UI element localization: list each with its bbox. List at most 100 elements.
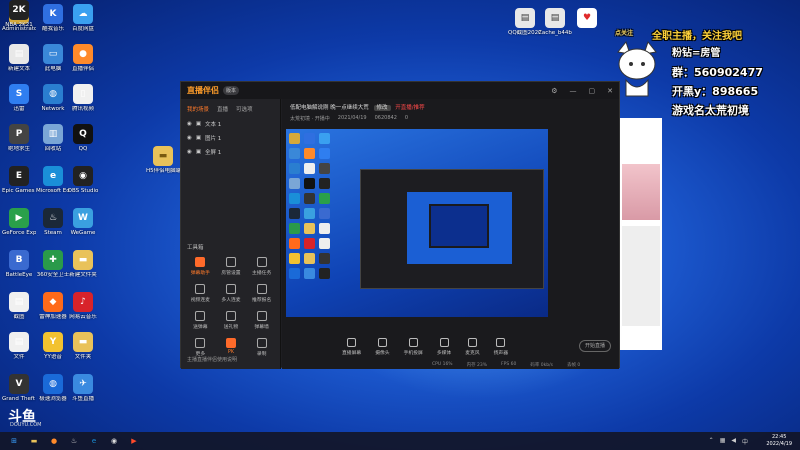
taskbar: ⊞ ▬ ● ♨ e ◉ ▶ ⌃ ▦ ◀ 中 22:45 2022/4/19 (0, 432, 800, 450)
desktop-icon[interactable]: ▤ 截图 (2, 292, 36, 321)
edge-icon[interactable]: e (88, 435, 100, 447)
edit-button[interactable]: 修改 (373, 105, 391, 111)
desktop-icon[interactable]: ♨ Steam (36, 208, 70, 237)
source-item[interactable]: ◉ ▣ 文本 1 (181, 117, 280, 131)
tool-button[interactable]: 房管设置 (216, 257, 247, 276)
desktop-icon[interactable]: ▯ 腾讯视频 (66, 84, 100, 113)
tool-button[interactable]: 弹幕助手 (185, 257, 216, 276)
tool-icon (225, 338, 236, 348)
network-icon[interactable]: ▦ (720, 437, 726, 446)
app-icon[interactable]: ● (48, 435, 60, 447)
desktop-icon[interactable]: ▬ 新建文件夹 (66, 250, 100, 279)
desktop-icon[interactable]: W WeGame (66, 208, 100, 237)
tool-button[interactable]: 录制 (246, 338, 277, 357)
stream-preview[interactable] (286, 129, 548, 317)
windows-icon[interactable]: ⊞ (8, 435, 20, 447)
eye-icon[interactable]: ◉ (187, 121, 192, 127)
tool-button[interactable]: 弹幕墙 (246, 311, 277, 330)
tool-button[interactable]: 推荐报名 (246, 284, 277, 303)
clock[interactable]: 22:45 2022/4/19 (766, 434, 792, 448)
tool-button[interactable]: 主播任务 (246, 257, 277, 276)
maximize-icon[interactable]: ▢ (589, 87, 596, 95)
close-icon[interactable]: ✕ (607, 87, 613, 95)
control-icon (439, 338, 449, 347)
control-button[interactable]: 扬声器 (494, 338, 508, 356)
desktop-icon[interactable]: B BattleEye (2, 250, 36, 279)
status-bar: CPU 16% 内存 23% FPS 60 码率 0kb/s 丢帧 0 (282, 360, 619, 369)
desktop-icon[interactable]: 2K NBA 2K21 (2, 0, 36, 29)
lock-icon[interactable]: ▣ (196, 121, 201, 127)
tab-options[interactable]: 可选项 (236, 105, 253, 113)
desktop-icon[interactable]: S 迅雷 (2, 84, 36, 113)
eye-icon[interactable]: ◉ (187, 135, 192, 141)
lock-icon[interactable]: ▣ (196, 149, 201, 155)
app-icon: Q (73, 124, 93, 144)
recommend-link[interactable]: 开直播/推荐 (395, 105, 424, 111)
desktop-icon[interactable]: P 绝地求生 (2, 124, 36, 153)
desktop-icon[interactable]: ▤ 新建文本 (2, 44, 36, 73)
start-live-button[interactable]: 开始直播 (579, 340, 611, 352)
desktop-icon[interactable]: ▬ 文件夹 (66, 332, 100, 361)
desktop-icon-file[interactable]: ▤ QQ截图20220101 (508, 8, 542, 37)
desktop-icon-file[interactable]: ▤ Cache_b44b (538, 8, 572, 37)
control-button[interactable]: 多媒体 (437, 338, 451, 356)
desktop-icon[interactable]: K 酷我音乐 (36, 4, 70, 33)
live-icon[interactable]: ▶ (128, 435, 140, 447)
file-icon: ▤ (515, 8, 535, 28)
chevron-up-icon[interactable]: ⌃ (709, 437, 714, 446)
app-icon: ▶ (9, 208, 29, 228)
desktop-icon[interactable]: ✈ 斗鱼直播 (66, 374, 100, 403)
tool-button[interactable]: 视频连麦 (185, 284, 216, 303)
file-icon: ▤ (545, 8, 565, 28)
help-link[interactable]: 主播直播伴侣使用说明 (187, 356, 237, 363)
desktop-icon[interactable]: Q QQ (66, 124, 100, 153)
obs-icon[interactable]: ◉ (108, 435, 120, 447)
desktop-icon[interactable]: ◍ 极速浏览器 (36, 374, 70, 403)
desktop-icon[interactable]: ◆ 雷神加速器 (36, 292, 70, 321)
volume-icon[interactable]: ◀ (731, 437, 736, 446)
source-item[interactable]: ◉ ▣ 全屏 1 (181, 145, 280, 159)
eye-icon[interactable]: ◉ (187, 149, 192, 155)
app-icon: W (73, 208, 93, 228)
tool-button[interactable]: 送礼物 (216, 311, 247, 330)
control-button[interactable]: 手机投屏 (404, 338, 423, 356)
desktop-icon[interactable]: ▶GeForce Experience (2, 208, 36, 237)
explorer-icon[interactable]: ▬ (28, 435, 40, 447)
minimize-icon[interactable]: — (570, 87, 577, 95)
status-item: CPU 16% (432, 362, 453, 367)
desktop-icon-cat[interactable]: ♥ (570, 8, 604, 30)
desktop-icon-folder[interactable]: ▬ H5伴侣电脑端 (146, 146, 180, 175)
desktop-icon[interactable]: eMicrosoft Edge (36, 166, 70, 195)
ime-icon[interactable]: 中 (742, 437, 748, 446)
desktop-icon[interactable]: ♪ 网易云音乐 (66, 292, 100, 321)
tab-live[interactable]: 直播 (217, 105, 228, 113)
desktop-icon[interactable]: ☁ 百度网盘 (66, 4, 100, 33)
desktop-icon[interactable]: ◍ Network (36, 84, 70, 113)
status-item: 码率 0kb/s (530, 362, 553, 368)
steam-icon[interactable]: ♨ (68, 435, 80, 447)
control-button[interactable]: 摄像头 (375, 338, 390, 356)
desktop-icon[interactable]: Y YY语音 (36, 332, 70, 361)
tool-button[interactable]: 更多 (185, 338, 216, 357)
source-item[interactable]: ◉ ▣ 图片 1 (181, 131, 280, 145)
desktop-icon[interactable]: ● 直播伴侣 (66, 44, 100, 73)
tab-scene[interactable]: 我的场景 (187, 105, 209, 113)
app-icon: 2K (9, 0, 29, 20)
room-meta: 太荒初境 · 开播中 2021/04/19 0620842 0 (290, 115, 409, 122)
desktop-icon[interactable]: ▥ 回收站 (36, 124, 70, 153)
desktop-icon[interactable]: ◉ OBS Studio (66, 166, 100, 195)
tool-button[interactable]: PK (216, 338, 247, 357)
tool-button[interactable]: 送弹幕 (185, 311, 216, 330)
desktop-icon[interactable]: ▭ 此电脑 (36, 44, 70, 73)
settings-icon[interactable]: ⚙ (551, 87, 557, 95)
desktop-icon[interactable]: ▤ 文件 (2, 332, 36, 361)
lock-icon[interactable]: ▣ (196, 135, 201, 141)
desktop-icon[interactable]: EEpic Games Launcher (2, 166, 36, 195)
version-badge[interactable]: 版本 (223, 86, 240, 95)
tool-icon (256, 284, 267, 294)
control-button[interactable]: 直播屏幕 (342, 338, 361, 356)
desktop-icon[interactable]: VGrand Theft Auto V (2, 374, 36, 403)
tool-button[interactable]: 多人连麦 (216, 284, 247, 303)
desktop-icon[interactable]: ✚ 360安全卫士 (36, 250, 70, 279)
control-button[interactable]: 麦克风 (465, 338, 480, 356)
